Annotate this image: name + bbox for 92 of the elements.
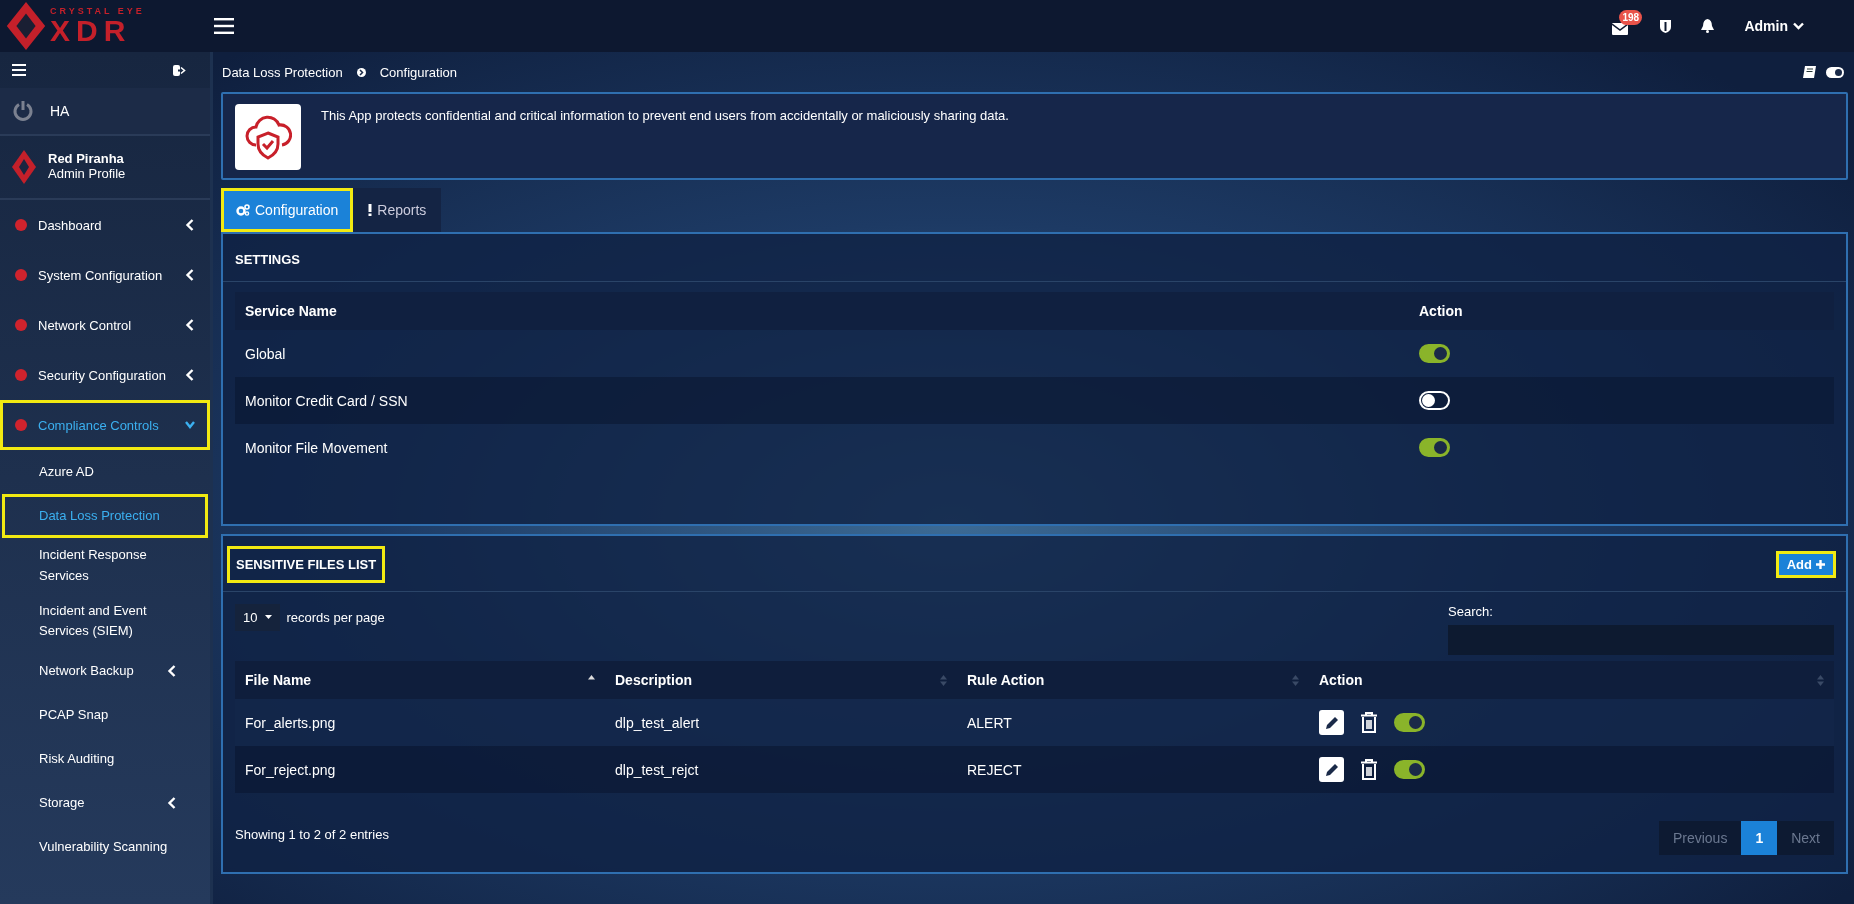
search-label: Search: — [1448, 604, 1494, 619]
section-icon — [14, 368, 28, 382]
panel-title: SENSITIVE FILES LIST — [227, 546, 386, 583]
column-header: Service Name — [245, 303, 338, 319]
pencil-icon — [1324, 715, 1339, 730]
gears-icon — [236, 204, 250, 216]
sidebar-subitem[interactable]: Network Backup — [2, 649, 208, 694]
table-cell: dlp_test_rejct — [615, 761, 699, 778]
table-cell: ALERT — [967, 714, 1012, 731]
chevron-left-icon — [185, 219, 195, 231]
column-header[interactable]: Description — [615, 672, 692, 688]
toggle-switch[interactable] — [1419, 438, 1450, 457]
exclamation-icon — [368, 204, 373, 216]
edit-button[interactable] — [1319, 757, 1344, 782]
section-icon — [14, 218, 28, 232]
table-cell-text: Monitor File Movement — [245, 439, 389, 456]
logo-name: XDR — [50, 15, 132, 46]
sidebar-subitem[interactable]: Azure AD — [2, 450, 208, 494]
user-menu-button[interactable]: Admin — [1744, 18, 1804, 34]
sidebar-subitem[interactable]: Incident Response Services — [2, 538, 208, 594]
breadcrumb-item[interactable]: Configuration — [379, 64, 457, 80]
breadcrumb-item[interactable]: Data Loss Protection — [222, 64, 343, 80]
logo-tagline: CRYSTAL EYE — [50, 6, 145, 16]
sidebar-subitem[interactable]: PCAP Snap — [2, 693, 208, 738]
sidebar-item[interactable]: Network Control — [0, 300, 210, 350]
page-size-label: records per page — [286, 609, 385, 625]
pencil-icon — [1324, 762, 1339, 777]
profile-name: Red Piranha — [48, 152, 125, 167]
table-cell-text: Monitor Credit Card / SSN — [245, 392, 409, 409]
pagination-button[interactable]: Previous — [1658, 821, 1742, 855]
table-cell-text: Global — [245, 345, 287, 362]
cloud-shield-icon — [244, 113, 292, 161]
column-header: Action — [1419, 303, 1463, 319]
sidebar-subitem[interactable]: Storage — [2, 781, 208, 826]
edit-button[interactable] — [1319, 710, 1344, 735]
chevron-left-icon — [185, 369, 195, 381]
chevron-left-icon — [185, 319, 195, 331]
chevron-down-icon — [1793, 22, 1804, 30]
toggle-switch[interactable] — [1394, 713, 1425, 732]
toggle-switch[interactable] — [1394, 760, 1425, 779]
plus-icon — [1816, 560, 1825, 569]
chevron-left-icon — [167, 797, 177, 810]
sidebar-subitem[interactable]: Vulnerability Scanning — [2, 825, 208, 870]
book-icon[interactable] — [1803, 66, 1816, 78]
table-info: Showing 1 to 2 of 2 entries — [235, 826, 389, 842]
shield-icon[interactable] — [1660, 19, 1672, 33]
chevron-left-icon — [185, 269, 195, 281]
chevron-left-icon — [167, 665, 177, 678]
trash-icon[interactable] — [1360, 711, 1378, 734]
table-cell: REJECT — [967, 761, 1022, 778]
chevron-down-icon — [185, 419, 195, 431]
panel-title: SETTINGS — [223, 234, 1846, 282]
tab[interactable]: Reports — [353, 188, 442, 232]
power-icon[interactable] — [12, 100, 34, 122]
page-size-select[interactable]: 10 — [235, 603, 281, 631]
logo-mark-icon — [12, 150, 36, 184]
table-cell: For_reject.png — [245, 761, 336, 778]
menu-icon[interactable] — [214, 18, 234, 34]
notification-badge: 198 — [1619, 10, 1643, 25]
logo-mark-icon — [6, 2, 46, 50]
sign-out-icon[interactable] — [173, 64, 186, 76]
sidebar-item[interactable]: Compliance Controls — [0, 400, 210, 450]
bell-icon[interactable] — [1701, 19, 1715, 33]
sidebar-item[interactable]: Dashboard — [0, 200, 210, 250]
table-cell: dlp_test_alert — [615, 714, 700, 731]
trash-icon[interactable] — [1360, 758, 1378, 781]
toggle-switch[interactable] — [1419, 344, 1450, 363]
sidebar-subitem[interactable]: Risk Auditing — [2, 737, 208, 782]
caret-icon — [265, 615, 273, 619]
column-header[interactable]: Action — [1319, 672, 1363, 688]
section-icon — [14, 318, 28, 332]
add-button[interactable]: Add — [1775, 551, 1836, 578]
section-icon — [14, 418, 28, 432]
sidebar-subitem[interactable]: Data Loss Protection — [2, 494, 208, 538]
table-cell: For_alerts.png — [245, 714, 336, 731]
profile-role: Admin Profile — [48, 167, 126, 182]
sidebar-item[interactable]: Security Configuration — [0, 350, 210, 400]
tab[interactable]: Configuration — [221, 188, 354, 232]
ha-label: HA — [50, 103, 70, 119]
section-icon — [14, 268, 28, 282]
pagination-button[interactable]: 1 — [1741, 821, 1778, 855]
sidebar-item[interactable]: System Configuration — [0, 250, 210, 300]
column-header[interactable]: File Name — [245, 672, 312, 688]
sidebar-subitem[interactable]: Incident and Event Services (SIEM) — [2, 593, 208, 650]
arrow-circle-icon — [356, 67, 366, 77]
app-description: This App protects confidential and critical information to prevent end users from accidentally or maliciously sharing data. — [321, 108, 1009, 125]
mail-icon[interactable] — [1612, 23, 1629, 35]
search-field[interactable] — [1448, 625, 1834, 655]
column-header[interactable]: Rule Action — [967, 672, 1045, 688]
menu-icon[interactable] — [12, 64, 26, 76]
pagination-button[interactable]: Next — [1777, 821, 1834, 855]
toggle-icon[interactable] — [1826, 66, 1844, 78]
